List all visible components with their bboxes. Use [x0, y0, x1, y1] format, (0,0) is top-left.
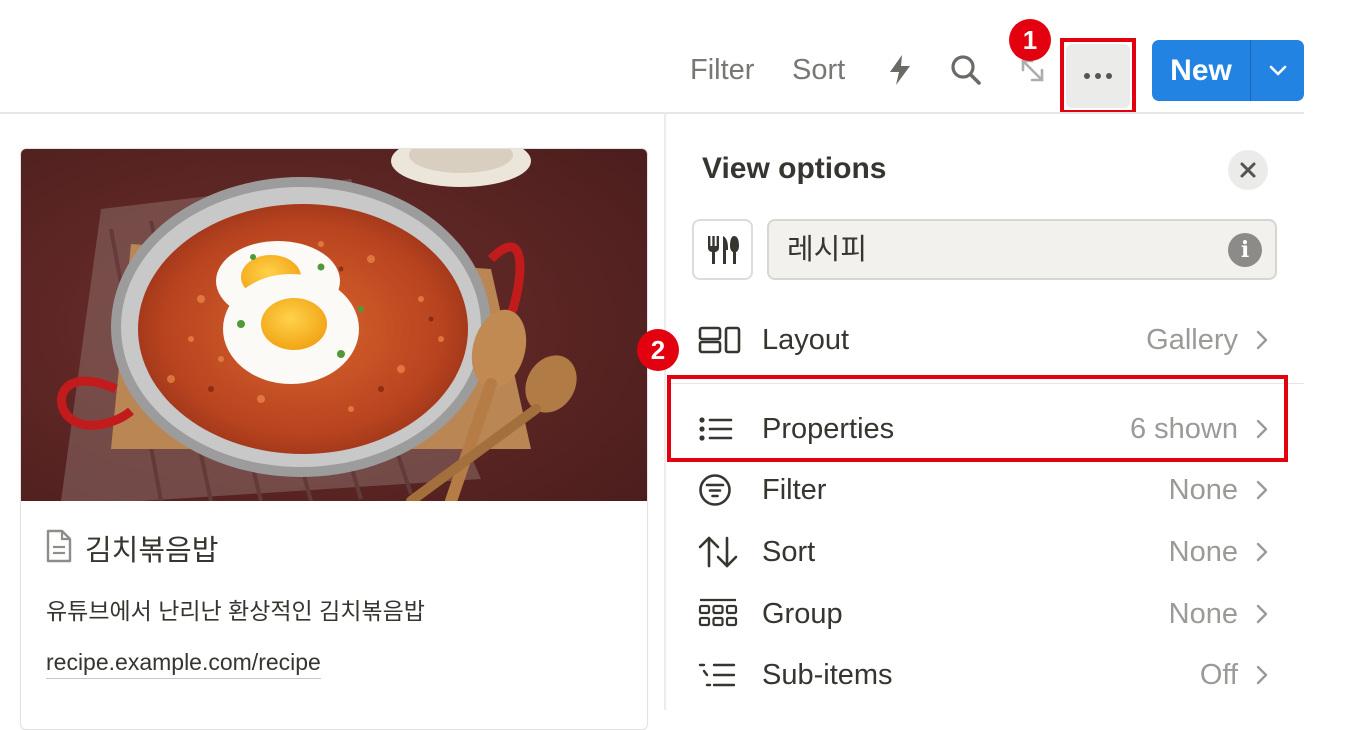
- page-icon: [45, 529, 73, 568]
- toolbar-divider: [0, 112, 1304, 114]
- chevron-right-icon: [1252, 330, 1272, 350]
- panel-divider: [664, 114, 666, 710]
- option-group-label: Group: [762, 597, 843, 630]
- view-name-input[interactable]: 레시피: [767, 219, 1277, 280]
- chevron-right-icon: [1252, 542, 1272, 562]
- card-url-link[interactable]: recipe.example.com/recipe: [46, 649, 321, 679]
- filter-button[interactable]: Filter: [690, 50, 754, 90]
- chevron-right-icon: [1252, 604, 1272, 624]
- step-badge-2: 2: [637, 329, 679, 371]
- new-button-group: New: [1152, 40, 1304, 101]
- lightning-icon[interactable]: [880, 50, 920, 90]
- card-description: 유튜브에서 난리난 환상적인 김치볶음밥: [46, 598, 425, 624]
- sort-button[interactable]: Sort: [792, 50, 845, 90]
- search-icon[interactable]: [946, 50, 986, 90]
- view-toolbar: Filter Sort 1 New: [0, 0, 1362, 114]
- chevron-right-icon: [1252, 480, 1272, 500]
- card-cover-image: [21, 149, 647, 507]
- layout-icon: [692, 318, 748, 362]
- option-filter-value: None: [1168, 473, 1238, 506]
- utensils-icon: [707, 235, 739, 264]
- info-icon[interactable]: i: [1228, 233, 1262, 267]
- card-title: 김치볶음밥: [85, 535, 219, 567]
- chevron-right-icon: [1252, 665, 1272, 685]
- highlight-box-properties: [667, 375, 1288, 462]
- option-layout-value: Gallery: [1146, 323, 1238, 356]
- option-sort-label: Sort: [762, 535, 816, 568]
- option-group[interactable]: Group None: [692, 590, 1272, 638]
- option-sort[interactable]: Sort None: [692, 528, 1272, 576]
- highlight-box-more: [1060, 38, 1136, 114]
- option-sub-items[interactable]: Sub-items Off: [692, 651, 1272, 699]
- option-sub-items-label: Sub-items: [762, 658, 893, 691]
- option-filter[interactable]: Filter None: [692, 466, 1272, 514]
- view-icon-picker[interactable]: [692, 219, 753, 280]
- card-title-row: 김치볶음밥: [45, 527, 218, 569]
- close-panel-button[interactable]: [1228, 150, 1268, 190]
- option-sub-items-value: Off: [1199, 658, 1238, 691]
- option-layout[interactable]: Layout Gallery: [692, 316, 1272, 364]
- option-layout-label: Layout: [762, 323, 850, 356]
- chevron-down-icon: [1269, 65, 1286, 75]
- step-badge-1: 1: [1009, 19, 1051, 61]
- new-button[interactable]: New: [1152, 54, 1250, 88]
- new-dropdown-button[interactable]: [1251, 64, 1304, 78]
- option-sort-value: None: [1168, 535, 1238, 568]
- option-filter-label: Filter: [762, 473, 827, 506]
- close-icon: [1240, 162, 1256, 178]
- sub-items-icon: [692, 653, 748, 697]
- filter-icon: [692, 468, 748, 512]
- group-icon: [692, 592, 748, 636]
- option-group-value: None: [1168, 597, 1238, 630]
- sort-icon: [692, 530, 748, 574]
- panel-title: View options: [702, 152, 887, 185]
- gallery-card[interactable]: 김치볶음밥 유튜브에서 난리난 환상적인 김치볶음밥 recipe.exampl…: [20, 148, 648, 730]
